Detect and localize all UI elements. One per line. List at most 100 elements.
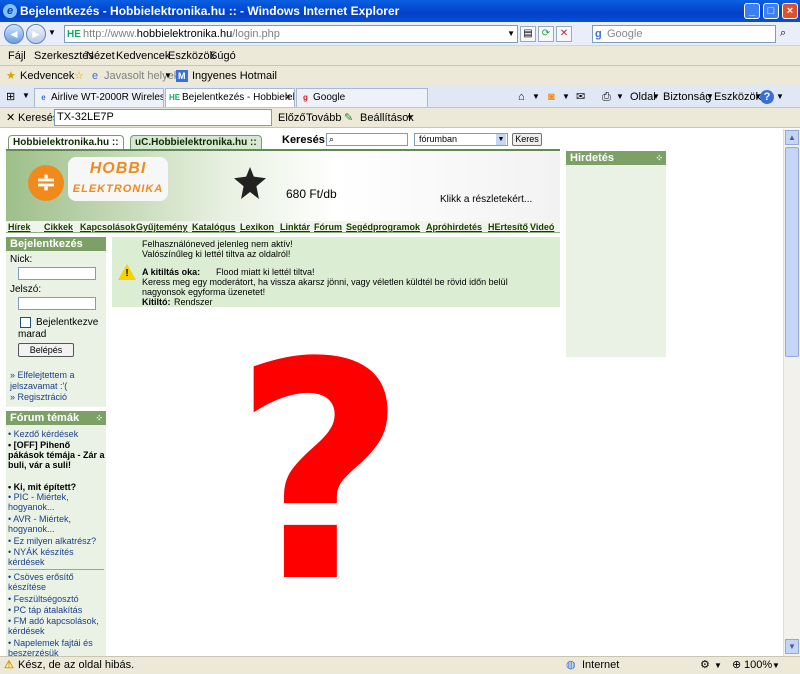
close-button[interactable]: × — [782, 3, 798, 19]
menu-tools[interactable]: Eszközök — [168, 46, 215, 66]
menu-file[interactable]: Fájl — [8, 46, 26, 66]
forum-topic[interactable]: • PIC - Miértek, hogyanok... — [8, 492, 106, 512]
ie-page-icon: e — [92, 70, 99, 82]
scroll-up-icon[interactable]: ▲ — [785, 130, 799, 145]
ad-details-link[interactable]: Klikk a részletekért... — [440, 194, 532, 205]
forum-topic[interactable]: • Csöves erősítő készítése — [8, 572, 106, 592]
page-error-icon[interactable]: ⚠ — [4, 657, 14, 674]
find-next-button[interactable]: Tovább — [306, 108, 341, 128]
forum-topic[interactable]: • FM adó kapcsolások, kérdések — [8, 616, 106, 636]
nav-video[interactable]: Videó — [530, 221, 554, 233]
site-tab-uc[interactable]: uC.Hobbielektronika.hu :: — [130, 135, 262, 150]
nav-aprohirdetes[interactable]: Apróhirdetés — [426, 221, 482, 233]
address-dropdown-icon[interactable]: ▼ — [507, 26, 515, 42]
nav-forum[interactable]: Fórum — [314, 221, 342, 233]
ban-reason-label: A kitiltás oka: — [142, 267, 201, 277]
forum-topic[interactable]: • Ez milyen alkatrész? — [8, 536, 106, 546]
nick-input[interactable] — [18, 267, 96, 280]
collapse-icon[interactable]: ⁘ — [95, 411, 103, 425]
nav-hertesito[interactable]: HErtesítő — [488, 221, 528, 233]
site-search-input[interactable]: ⌕ — [326, 133, 408, 146]
ad-price[interactable]: 680 Ft/db — [286, 187, 337, 201]
register-link[interactable]: » Regisztráció — [10, 392, 67, 402]
minimize-button[interactable]: _ — [744, 3, 760, 19]
menu-favorites[interactable]: Kedvencek — [116, 46, 170, 66]
menu-view[interactable]: Nézet — [86, 46, 115, 66]
google-icon: g — [595, 28, 602, 40]
nav-kapcsolasok[interactable]: Kapcsolások — [80, 221, 136, 233]
web-search-input[interactable]: g Google — [592, 25, 776, 43]
forum-topic[interactable]: • Ki, mit épített? — [8, 482, 106, 492]
forgot-password-link[interactable]: » Elfelejtettem a jelszavamat :'( — [10, 370, 106, 392]
help-dropdown-icon[interactable]: ▼ — [776, 86, 784, 108]
forum-topic[interactable]: • AVR - Miértek, hogyanok... — [8, 514, 106, 534]
add-favorite-icon[interactable]: ☆ — [74, 66, 84, 86]
scroll-thumb[interactable] — [785, 147, 799, 357]
collapse-icon[interactable]: ⁘ — [655, 151, 663, 165]
forum-topic[interactable]: • Kezdő kérdések — [8, 429, 106, 439]
menu-edit[interactable]: Szerkesztés — [34, 46, 94, 66]
favorites-button[interactable]: Kedvencek — [20, 66, 74, 86]
zoom-level[interactable]: 100% — [744, 657, 772, 674]
scope-dropdown-icon: ▼ — [496, 134, 506, 145]
login-button[interactable]: Belépés — [18, 343, 74, 357]
tab-airlive[interactable]: e Airlive WT-2000R Wireless Br... — [34, 88, 164, 107]
print-icon[interactable]: ⎙ — [602, 86, 611, 108]
site-logo[interactable]: HOBBI ELEKTRONIKA — [68, 157, 168, 201]
maximize-button[interactable]: □ — [763, 3, 779, 19]
forum-topic[interactable]: • Feszültségosztó — [8, 594, 106, 604]
suggested-dropdown-icon[interactable]: ▼ — [164, 66, 172, 86]
nav-cikkek[interactable]: Cikkek — [44, 221, 73, 233]
quick-tabs-icon[interactable]: ⊞ — [6, 90, 15, 103]
print-dropdown-icon[interactable]: ▼ — [616, 86, 624, 108]
nav-linktar[interactable]: Linktár — [280, 221, 310, 233]
protected-dropdown-icon[interactable]: ▼ — [714, 657, 722, 674]
hotmail-link[interactable]: Ingyenes Hotmail — [192, 66, 277, 86]
rss-feed-icon[interactable]: ◙ — [548, 86, 555, 108]
safety-menu[interactable]: Biztonság — [663, 86, 711, 108]
site-nav: Hírek Cikkek Kapcsolások Gyűjtemény Kata… — [6, 221, 560, 233]
find-prev-button[interactable]: Előző — [278, 108, 306, 128]
tab-google[interactable]: g Google — [296, 88, 428, 107]
mail-icon[interactable]: ✉ — [576, 86, 585, 108]
forum-topic[interactable]: • [OFF] Pihenő pákások témája - Zár a bu… — [8, 440, 106, 470]
tab-bejelentkezes[interactable]: HE Bejelentkezés - Hobbielek... × — [165, 88, 295, 107]
forum-topic[interactable]: • NYÁK készítés kérdések — [8, 547, 106, 567]
vertical-scrollbar[interactable]: ▲ ▼ — [783, 129, 800, 656]
compatibility-icon[interactable]: ▤ — [520, 26, 536, 42]
google-icon: g — [303, 93, 308, 102]
close-tab-icon[interactable]: × — [285, 89, 291, 106]
help-icon[interactable]: ? — [760, 90, 774, 104]
settings-dropdown-icon[interactable]: ▼ — [406, 108, 414, 128]
nav-lexikon[interactable]: Lexikon — [240, 221, 274, 233]
forward-button[interactable]: ► — [26, 24, 46, 44]
forum-topic[interactable]: • Napelemek fajtái és beszerzésük — [8, 638, 106, 656]
web-page: Hobbielektronika.hu :: uC.Hobbielektroni… — [0, 129, 783, 656]
password-input[interactable] — [18, 297, 96, 310]
back-button[interactable]: ◄ — [4, 24, 24, 44]
nav-gyujtemeny[interactable]: Gyűjtemény — [136, 221, 188, 233]
tab-list-dropdown-icon[interactable]: ▼ — [22, 91, 30, 100]
feed-dropdown-icon[interactable]: ▼ — [562, 86, 570, 108]
address-bar[interactable]: HE http://www.hobbielektronika.hu/login.… — [64, 25, 518, 43]
protected-mode-icon[interactable]: ⚙ — [700, 657, 710, 674]
nav-katalogus[interactable]: Katalógus — [192, 221, 236, 233]
site-search-scope-select[interactable]: fórumban ▼ — [414, 133, 508, 146]
site-search-button[interactable]: Keres — [512, 133, 542, 146]
forum-topic[interactable]: • PC táp átalakítás — [8, 605, 106, 615]
history-dropdown-icon[interactable]: ▼ — [48, 28, 56, 37]
search-magnifier-icon[interactable]: ⌕ — [780, 27, 786, 40]
menu-help[interactable]: Súgó — [210, 46, 236, 66]
home-icon[interactable]: ⌂ — [518, 86, 525, 108]
refresh-icon[interactable]: ⟳ — [538, 26, 554, 42]
stop-icon[interactable]: ✕ — [556, 26, 572, 42]
close-find-icon[interactable]: ✕ — [6, 108, 15, 128]
favorites-bar: ★ Kedvencek ☆ e Javasolt helyek ▼ M Ingy… — [0, 66, 800, 86]
nav-hirek[interactable]: Hírek — [8, 221, 31, 233]
nav-segedprogramok[interactable]: Segédprogramok — [346, 221, 420, 233]
find-input[interactable]: TX-32LE7P — [54, 109, 272, 126]
zoom-dropdown-icon[interactable]: ▼ — [772, 657, 780, 674]
home-dropdown-icon[interactable]: ▼ — [532, 86, 540, 108]
site-tab-main[interactable]: Hobbielektronika.hu :: — [8, 135, 124, 150]
scroll-down-icon[interactable]: ▼ — [785, 639, 799, 654]
